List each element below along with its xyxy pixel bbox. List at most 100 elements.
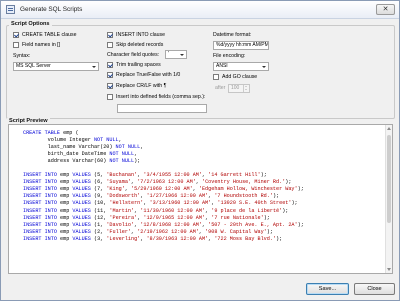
add-go-box[interactable] [213, 74, 219, 80]
sql-keyword: VALUES [72, 200, 94, 207]
sql-string: '1/27/1966 12:00 AM' [146, 193, 209, 200]
skip-deleted-checkbox[interactable]: Skip deleted records [107, 42, 163, 48]
sql-text: birth_date DateTime [23, 151, 110, 158]
skip-deleted-label: Skip deleted records [116, 42, 164, 48]
replace-bool-label: Replace True/False with 1/0 [116, 72, 181, 78]
sql-string: 'Dodsworth' [106, 193, 141, 200]
sql-keyword: INSERT INTO [23, 235, 61, 242]
quotes-label: Character field quotes: [107, 52, 160, 58]
datetime-format-label: Datetime format: [213, 32, 252, 38]
sql-text: emp [60, 193, 73, 200]
replace-bool-box[interactable] [107, 72, 113, 78]
preview-scrollbar[interactable] [385, 125, 392, 273]
code-line: CREATE TABLE emp ( [23, 130, 304, 137]
script-preview-area[interactable]: CREATE TABLE emp ( volume Integer NOT NU… [8, 124, 393, 274]
sql-text: (2, [93, 228, 107, 235]
code-line: INSERT INTO emp VALUES (11, 'Martin', '1… [23, 208, 304, 215]
sql-text: last_name Varchar(20) [23, 144, 116, 151]
scroll-thumb[interactable] [387, 135, 391, 223]
sql-string: 'Leverling' [106, 235, 141, 242]
quotes-value: ' [168, 51, 169, 57]
syntax-select[interactable]: MS SQL Server [13, 62, 99, 71]
sql-string: '12/9/1965 12:00 AM' [143, 214, 206, 221]
sql-string: 'Hellstern' [109, 200, 144, 207]
sql-keyword: VALUES [72, 172, 94, 179]
sql-text: (11, [93, 207, 110, 214]
sql-keyword: CREATE TABLE [23, 130, 64, 136]
insert-defined-box[interactable] [107, 94, 113, 100]
sql-keyword: INSERT INTO [23, 214, 61, 221]
trim-spaces-checkbox[interactable]: Trim trailing spaces [107, 62, 161, 68]
insert-defined-label: Insert into defined fields (comma sep.): [116, 94, 206, 100]
code-line: volume Integer NOT NULL, [23, 137, 304, 144]
file-encoding-select[interactable]: ANSI [213, 62, 269, 71]
spinner-icon [243, 85, 249, 92]
field-names-checkbox[interactable]: Field names in [] [13, 42, 60, 48]
code-line: address Varchar(60) NOT NULL); [23, 158, 304, 165]
sql-text: (12, [93, 214, 110, 221]
insert-into-label: INSERT INTO clause [116, 32, 166, 38]
create-table-box[interactable] [13, 32, 19, 38]
field-names-box[interactable] [13, 42, 19, 48]
sql-text: ); [291, 200, 298, 207]
sql-keyword: INSERT INTO [23, 200, 61, 207]
insert-defined-checkbox[interactable]: Insert into defined fields (comma sep.): [107, 94, 205, 100]
chevron-down-icon [90, 63, 98, 70]
sql-text: ); [297, 221, 304, 228]
sql-keyword: VALUES [72, 179, 94, 186]
title-bar: Generate SQL Scripts ✕ [1, 1, 399, 19]
sql-string: '2/19/1962 12:00 AM' [137, 228, 199, 235]
trim-spaces-label: Trim trailing spaces [116, 62, 161, 68]
sql-text: emp [60, 200, 73, 207]
syntax-value: MS SQL Server [16, 63, 51, 69]
code-line: INSERT INTO emp VALUES (1, 'Davolio', '1… [23, 222, 304, 229]
sql-string: 'Suyama' [106, 179, 132, 186]
insert-into-checkbox[interactable]: INSERT INTO clause [107, 32, 165, 38]
sql-keyword: NOT NULL [109, 151, 135, 158]
sql-keyword: NOT NULL [93, 137, 119, 144]
close-icon[interactable]: ✕ [376, 4, 395, 15]
scroll-down-icon[interactable] [387, 268, 391, 271]
sql-string: '13920 S.E. 40th Street' [217, 200, 292, 207]
sql-string: '507 - 20th Ave. E., Apt. 2A' [208, 221, 298, 228]
quotes-select[interactable]: ' [165, 50, 187, 59]
code-line: INSERT INTO emp VALUES (12, 'Pereira', '… [23, 215, 304, 222]
sql-keyword: INSERT INTO [23, 193, 61, 200]
insert-into-box[interactable] [107, 32, 113, 38]
sql-string: '7 Houndstooth Rd.' [214, 193, 273, 200]
sql-text: , [134, 151, 138, 158]
trim-spaces-box[interactable] [107, 62, 113, 68]
sql-keyword: NOT NULL [109, 158, 135, 165]
after-count-stepper[interactable]: 100 [228, 84, 250, 93]
save-button[interactable]: Save... [306, 283, 349, 295]
sql-keyword: INSERT INTO [23, 221, 61, 228]
replace-bool-checkbox[interactable]: Replace True/False with 1/0 [107, 72, 180, 78]
sql-text: (6, [93, 179, 107, 186]
sql-text: (10, [93, 200, 110, 207]
sql-text: emp [60, 235, 73, 242]
code-line: INSERT INTO emp VALUES (7, 'King', '5/29… [23, 186, 304, 193]
sql-text: emp [60, 172, 73, 179]
sql-code: CREATE TABLE emp ( volume Integer NOT NU… [23, 130, 304, 243]
sql-keyword: VALUES [72, 207, 94, 214]
scroll-up-icon[interactable] [387, 127, 391, 130]
replace-crlf-box[interactable] [107, 83, 113, 89]
add-go-label: Add GO clause [222, 74, 258, 80]
code-line: birth_date DateTime NOT NULL, [23, 151, 304, 158]
defined-fields-input[interactable] [117, 104, 207, 113]
code-line: INSERT INTO emp VALUES (9, 'Dodsworth', … [23, 193, 304, 200]
datetime-format-input[interactable]: %d/yyyy hh:mm AM/PM [213, 41, 269, 50]
file-encoding-value: ANSI [216, 63, 228, 69]
close-button[interactable]: Close [354, 283, 395, 295]
sql-keyword: INSERT INTO [23, 186, 61, 193]
sql-text: ); [276, 235, 283, 242]
syntax-label: Syntax: [13, 53, 31, 59]
skip-deleted-box[interactable] [107, 42, 113, 48]
sql-string: '3/13/1960 12:00 AM' [149, 200, 212, 207]
field-names-label: Field names in [] [22, 42, 61, 48]
add-go-checkbox[interactable]: Add GO clause [213, 74, 257, 80]
replace-crlf-checkbox[interactable]: Replace CR/LF with ¶ [107, 83, 166, 89]
create-table-checkbox[interactable]: CREATE TABLE clause [13, 32, 77, 38]
sql-text: (3, [93, 235, 107, 242]
